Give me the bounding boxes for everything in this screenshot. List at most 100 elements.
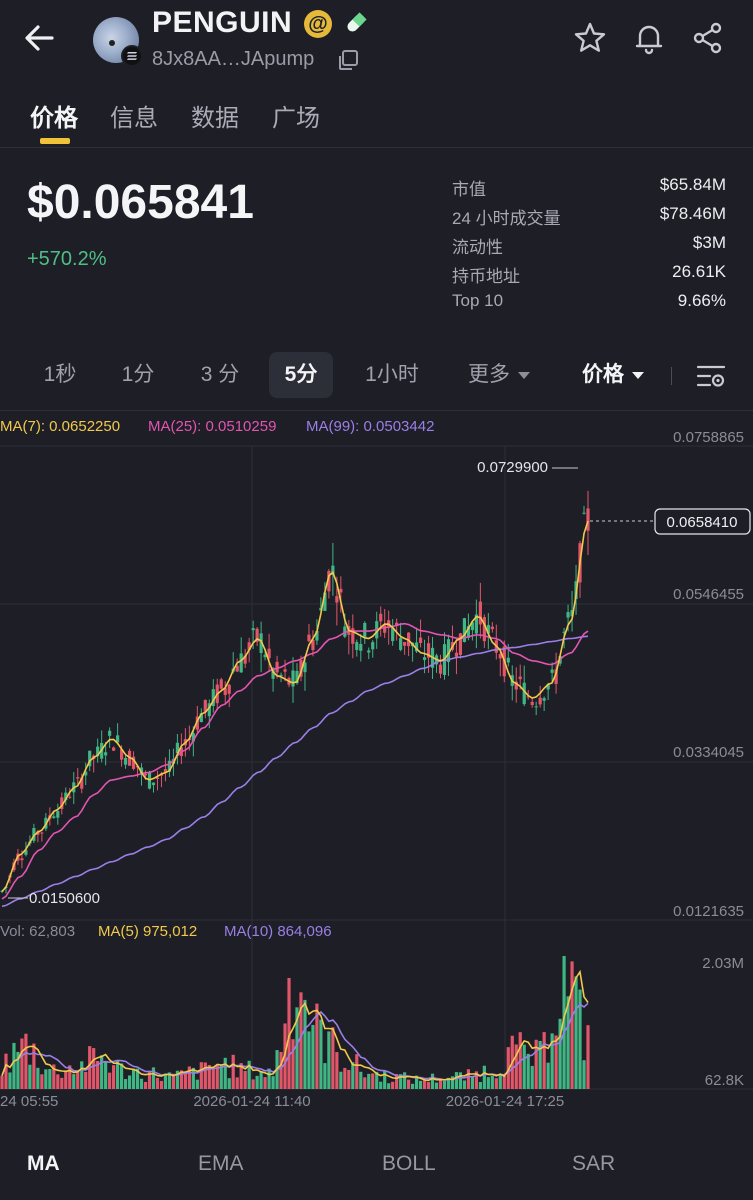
- volume-bar: [28, 1064, 32, 1089]
- volume-bar: [267, 1068, 271, 1089]
- copy-icon[interactable]: [336, 48, 360, 72]
- candle-body: [40, 832, 44, 834]
- volume-bar: [582, 1060, 586, 1089]
- token-name: PENGUIN: [152, 6, 293, 39]
- main-tabs: 价格 信息 数据 广场: [0, 90, 753, 148]
- star-icon[interactable]: [572, 20, 608, 56]
- candle-body: [291, 670, 295, 687]
- volume-bar: [466, 1069, 471, 1089]
- tab-price[interactable]: 价格: [30, 98, 78, 133]
- y-tick: 0.0121635: [673, 903, 744, 920]
- timeframe-1h[interactable]: 1小时: [350, 352, 434, 398]
- volume-bar: [586, 1025, 590, 1089]
- volume-bar: [526, 1053, 530, 1089]
- candle-body: [112, 747, 116, 751]
- candle-body: [490, 626, 494, 630]
- candle-body: [20, 858, 24, 861]
- volume-bar: [371, 1073, 375, 1089]
- candle-body: [68, 796, 72, 798]
- volume-bar: [199, 1062, 203, 1089]
- stat-label: 市值: [452, 180, 486, 199]
- candle-body: [586, 508, 590, 531]
- timeframe-bar: 1秒 1分 3 分 5分 1小时 更多 价格: [0, 352, 753, 400]
- volume-bar: [48, 1069, 52, 1089]
- candle-body: [56, 811, 60, 818]
- candle-body: [275, 661, 279, 673]
- stat-liquidity: 流动性 $3M: [452, 233, 726, 262]
- divider: [671, 367, 672, 385]
- candle-body: [359, 644, 363, 651]
- current-price-label: 0.0658410: [667, 514, 738, 531]
- volume-bar: [486, 1077, 490, 1089]
- tab-boll[interactable]: BOLL: [382, 1152, 436, 1176]
- candle-body: [418, 637, 423, 643]
- volume-bar: [255, 1075, 259, 1089]
- solana-icon: [121, 45, 143, 67]
- candle-body: [108, 730, 112, 736]
- volume-bar: [263, 1077, 267, 1089]
- candle-body: [355, 642, 359, 650]
- tab-ma[interactable]: MA: [27, 1152, 60, 1176]
- more-dropdown[interactable]: 更多: [454, 352, 544, 398]
- volume-bar: [502, 1075, 506, 1089]
- volume-bar: [410, 1083, 415, 1089]
- time-tick: 2026-01-24 17:25: [446, 1093, 564, 1110]
- volume-bar: [494, 1078, 498, 1089]
- price-change: +570.2%: [27, 248, 107, 270]
- indicator-settings-icon[interactable]: [695, 360, 727, 392]
- volume-bar: [127, 1075, 132, 1089]
- share-icon[interactable]: [690, 20, 726, 56]
- volume-bar: [271, 1076, 275, 1089]
- back-arrow-icon[interactable]: [18, 18, 62, 58]
- volume-bar: [231, 1054, 235, 1089]
- at-badge: @: [304, 10, 332, 38]
- volume-bar: [438, 1079, 443, 1089]
- price-type-dropdown[interactable]: 价格: [582, 352, 644, 398]
- vol-tick: 62.8K: [705, 1072, 744, 1089]
- volume-bar: [327, 1031, 331, 1089]
- top-bar: PENGUIN @ 8Jx8AA…JApump: [0, 0, 753, 80]
- pill-icon: [347, 12, 367, 32]
- volume-bar: [335, 1052, 339, 1089]
- volume-bar: [323, 1063, 327, 1089]
- volume-bar: [143, 1081, 148, 1089]
- volume-bar: [139, 1078, 144, 1089]
- tab-sar[interactable]: SAR: [572, 1152, 615, 1176]
- ma-lines: [1, 520, 589, 908]
- candle-body: [518, 676, 522, 680]
- candle-body: [530, 701, 534, 705]
- candle-body: [582, 512, 586, 514]
- bell-icon[interactable]: [631, 20, 667, 56]
- volume-bar: [574, 976, 578, 1089]
- y-tick: 0.0546455: [673, 586, 744, 603]
- volume-bar: [159, 1080, 164, 1089]
- volume-bar: [60, 1077, 64, 1089]
- timeframe-5m[interactable]: 5分: [269, 352, 333, 398]
- candlestick-chart[interactable]: MA(7): 0.0652250 MA(25): 0.0510259 MA(99…: [0, 411, 753, 1116]
- timeframe-3m[interactable]: 3 分: [184, 352, 256, 398]
- tab-info[interactable]: 信息: [110, 98, 158, 133]
- volume-bar: [359, 1071, 363, 1089]
- volume-bar: [442, 1080, 447, 1089]
- chart-area[interactable]: MA(7): 0.0652250 MA(25): 0.0510259 MA(99…: [0, 410, 753, 1115]
- volume-bar: [243, 1070, 247, 1089]
- timeframe-1m[interactable]: 1分: [104, 352, 172, 398]
- stat-label: 24 小时成交量: [452, 209, 561, 228]
- candle-body: [307, 634, 311, 642]
- timeframe-1s[interactable]: 1秒: [26, 352, 94, 398]
- volume-bar: [343, 1067, 347, 1089]
- volume-bar: [8, 1072, 12, 1089]
- volume-bar: [351, 1062, 355, 1089]
- candle-body: [239, 653, 243, 673]
- volume-bar: [123, 1079, 128, 1089]
- tab-data[interactable]: 数据: [191, 98, 239, 133]
- ma7-line: [1, 520, 589, 893]
- volume-bar: [454, 1072, 459, 1089]
- tab-ema[interactable]: EMA: [198, 1152, 244, 1176]
- volume-bar: [40, 1074, 44, 1089]
- volume-bar: [163, 1073, 168, 1089]
- tab-square[interactable]: 广场: [272, 98, 320, 133]
- vol-ma5-line: [1, 969, 589, 1082]
- stat-label: 持币地址: [452, 267, 520, 286]
- volume-bar: [307, 1031, 311, 1089]
